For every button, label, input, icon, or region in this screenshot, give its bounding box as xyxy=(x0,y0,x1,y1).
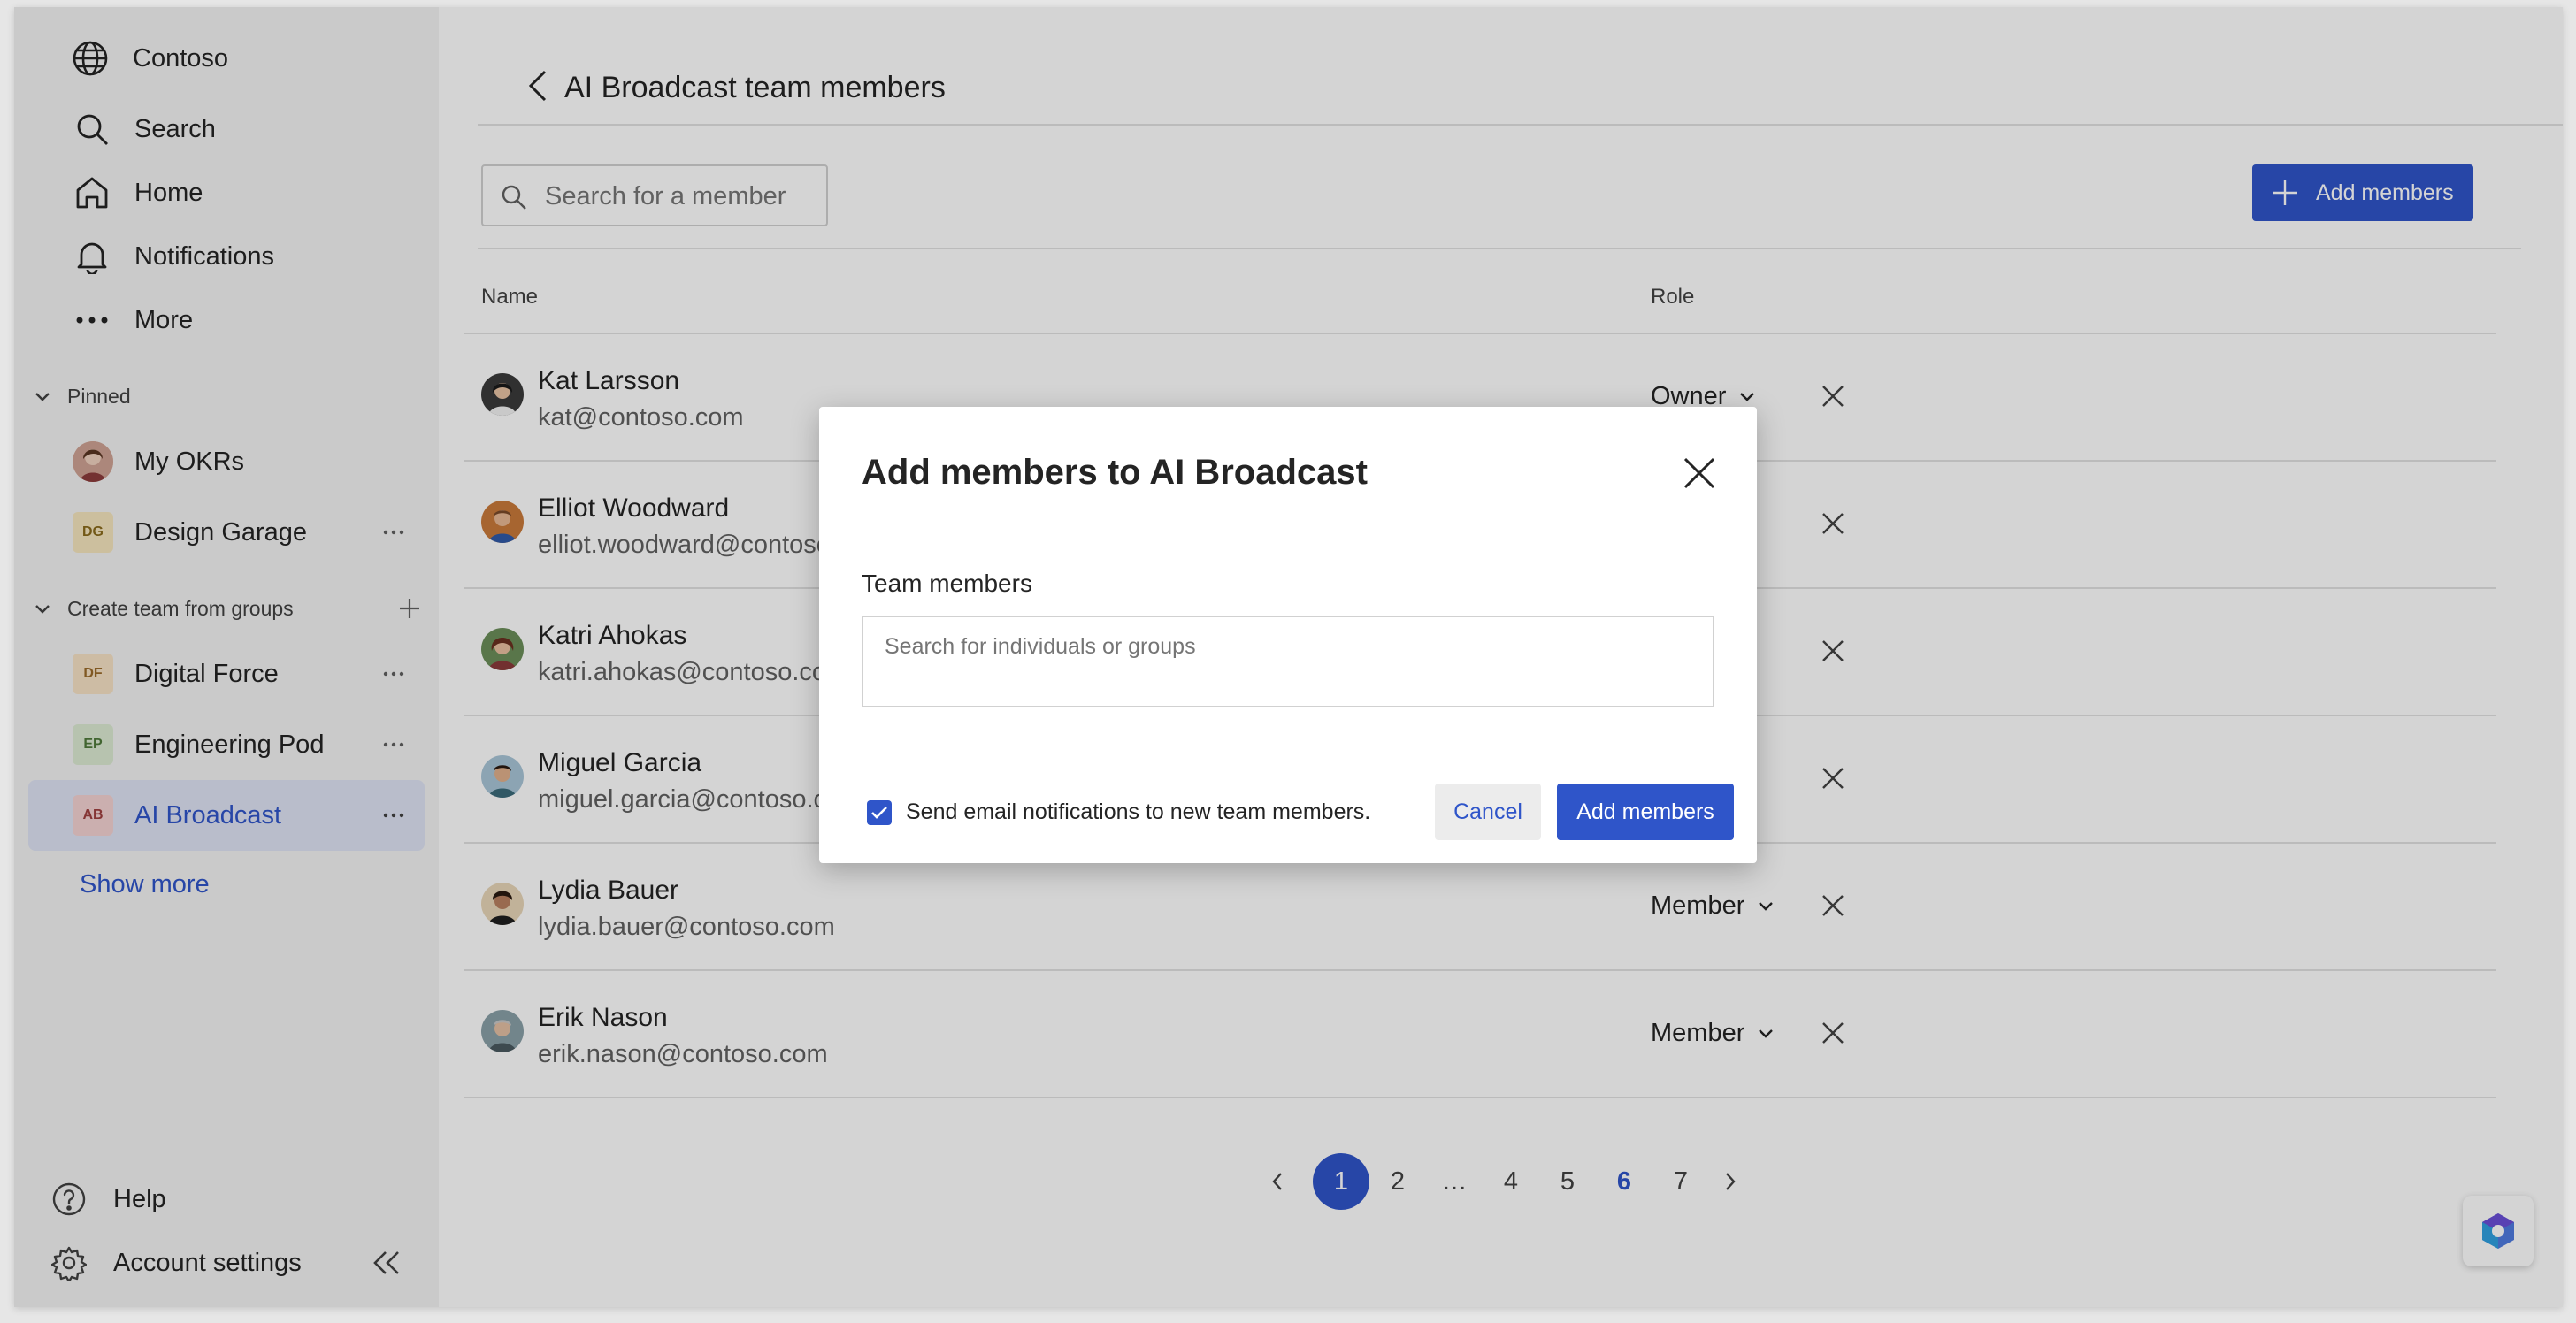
email-notification-label: Send email notifications to new team mem… xyxy=(906,799,1371,824)
checkmark-icon xyxy=(871,806,887,819)
cancel-button[interactable]: Cancel xyxy=(1435,784,1541,840)
team-members-input[interactable] xyxy=(883,628,1683,665)
app-window: Contoso Search Home Notifications More P… xyxy=(14,7,2563,1307)
add-members-submit-button[interactable]: Add members xyxy=(1557,784,1734,840)
add-members-dialog: Add members to AI Broadcast Team members… xyxy=(819,407,1757,863)
team-members-label: Team members xyxy=(862,570,1032,597)
close-icon xyxy=(1683,457,1715,489)
email-notification-checkbox[interactable] xyxy=(867,799,892,825)
dialog-close-button[interactable] xyxy=(1683,456,1718,492)
email-notification-option[interactable]: Send email notifications to new team mem… xyxy=(867,799,1370,825)
team-members-field[interactable] xyxy=(862,616,1714,707)
dialog-title: Add members to AI Broadcast xyxy=(862,453,1368,492)
